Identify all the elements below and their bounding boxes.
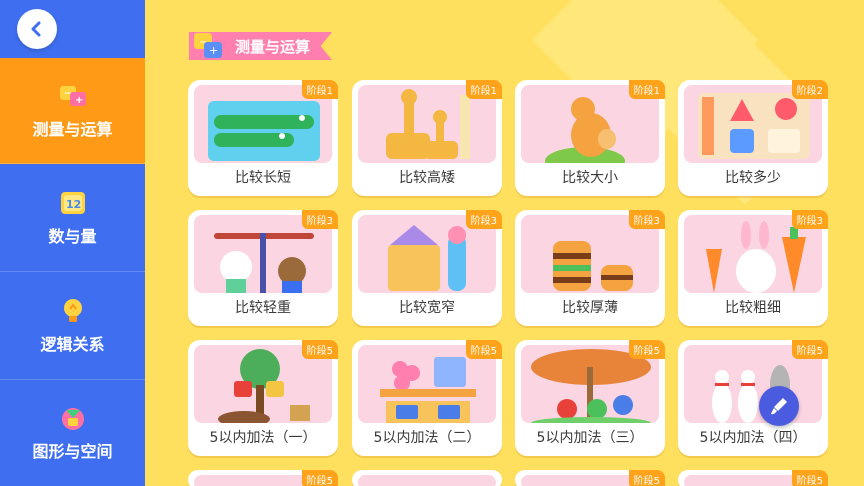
stage-badge: 阶段5 — [791, 340, 828, 359]
lesson-card-compare-weight[interactable]: 阶段3 比较轻重 — [188, 210, 338, 326]
stage-badge: 阶段3 — [465, 210, 502, 229]
stage-badge: 阶段5 — [628, 340, 665, 359]
measure-calc-icon: −+ — [194, 33, 222, 58]
card-title: 比较大小 — [562, 170, 618, 186]
chevron-left-icon — [31, 21, 41, 37]
lesson-card-compare-girth[interactable]: 阶段3 比较粗细 — [678, 210, 828, 326]
card-title: 比较高矮 — [399, 170, 455, 186]
lesson-card-addition-4[interactable]: 阶段5 5以内加法（四） — [678, 340, 828, 456]
card-title: 5以内加法（四） — [699, 430, 807, 446]
lesson-card-peek[interactable]: 阶段5 — [515, 470, 665, 486]
number-blocks-icon: 12 — [58, 189, 88, 217]
brush-icon — [771, 398, 787, 415]
card-title: 比较多少 — [725, 170, 781, 186]
card-title: 比较厚薄 — [562, 300, 618, 316]
stage-badge: 阶段5 — [301, 470, 338, 486]
section-tag: 测量与运算 − + — [189, 32, 333, 60]
card-title: 比较轻重 — [235, 300, 291, 316]
svg-text:+: + — [75, 95, 83, 106]
stage-badge: 阶段1 — [465, 80, 502, 99]
main-content: 测量与运算 − + 阶段1 比较长短 阶段1 比较高矮 阶段1 比较大小 阶段2 … — [145, 0, 864, 486]
stage-badge: 阶段5 — [301, 340, 338, 359]
sidebar-item-label: 数与量 — [48, 226, 97, 246]
sidebar-item-measure[interactable]: − + 测量与运算 — [0, 58, 145, 164]
lesson-card-peek[interactable] — [352, 470, 502, 486]
lesson-card-compare-width[interactable]: 阶段3 比较宽窄 — [352, 210, 502, 326]
measure-calc-icon: −+ — [58, 82, 88, 110]
card-title: 比较长短 — [235, 170, 291, 186]
lesson-card-compare-length[interactable]: 阶段1 比较长短 — [188, 80, 338, 196]
stage-badge: 阶段5 — [628, 470, 665, 486]
lesson-card-addition-1[interactable]: 阶段5 5以内加法（一） — [188, 340, 338, 456]
sidebar-item-label: 图形与空间 — [32, 442, 113, 461]
card-title: 比较粗细 — [725, 300, 781, 316]
stage-badge: 阶段1 — [628, 80, 665, 99]
stage-badge: 阶段3 — [628, 210, 665, 229]
card-title: 5以内加法（三） — [536, 430, 644, 446]
svg-text:+: + — [209, 44, 218, 57]
card-thumbnail — [358, 475, 496, 486]
stage-badge: 阶段5 — [791, 470, 828, 486]
lesson-card-compare-height[interactable]: 阶段1 比较高矮 — [352, 80, 502, 196]
floating-brush-button[interactable] — [759, 386, 799, 426]
stage-badge: 阶段3 — [301, 210, 338, 229]
back-button[interactable] — [17, 9, 57, 49]
lesson-card-peek[interactable]: 阶段5 — [678, 470, 828, 486]
stage-badge: 阶段2 — [791, 80, 828, 99]
card-title: 比较宽窄 — [399, 300, 455, 316]
shapes-icon — [58, 404, 88, 432]
stage-badge: 阶段3 — [791, 210, 828, 229]
card-title: 5以内加法（二） — [373, 430, 481, 446]
lesson-card-compare-thickness[interactable]: 阶段3 比较厚薄 — [515, 210, 665, 326]
lesson-card-addition-2[interactable]: 阶段5 5以内加法（二） — [352, 340, 502, 456]
svg-text:−: − — [199, 37, 207, 48]
lightbulb-icon — [58, 297, 88, 325]
card-title: 5以内加法（一） — [209, 430, 317, 446]
svg-text:−: − — [64, 89, 72, 99]
sidebar: − + 测量与运算 12 数与量 逻辑关系 图形与空间 — [0, 0, 145, 486]
sidebar-item-label: 逻辑关系 — [40, 334, 105, 354]
stage-badge: 阶段1 — [301, 80, 338, 99]
sidebar-item-label: 测量与运算 — [32, 119, 113, 139]
stage-badge: 阶段5 — [465, 340, 502, 359]
lesson-card-compare-quantity[interactable]: 阶段2 比较多少 — [678, 80, 828, 196]
sidebar-item-number[interactable]: 12 数与量 — [0, 164, 145, 272]
sidebar-item-shapes[interactable]: 图形与空间 — [0, 380, 145, 486]
lesson-card-peek[interactable]: 阶段5 — [188, 470, 338, 486]
sidebar-item-logic[interactable]: 逻辑关系 — [0, 272, 145, 380]
lesson-card-addition-3[interactable]: 阶段5 5以内加法（三） — [515, 340, 665, 456]
lesson-card-compare-size[interactable]: 阶段1 比较大小 — [515, 80, 665, 196]
svg-text:12: 12 — [66, 198, 81, 211]
